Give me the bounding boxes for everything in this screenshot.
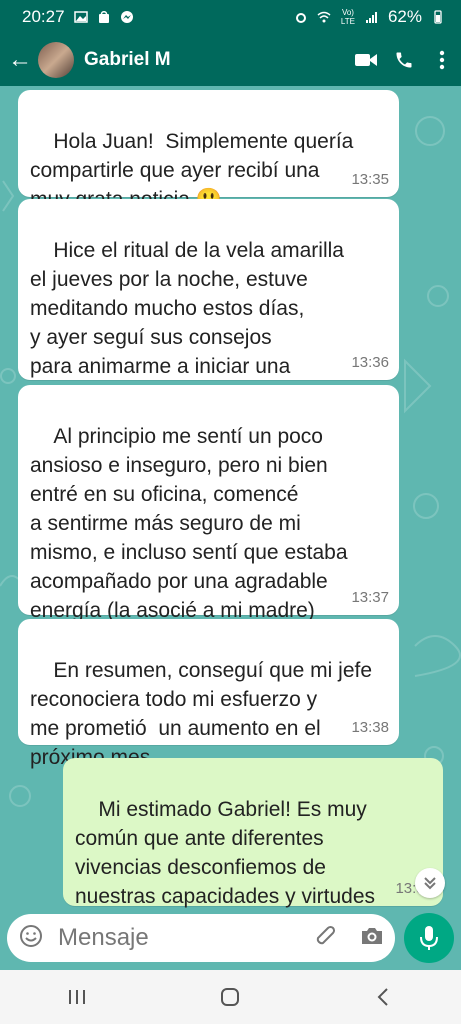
chat-header: ← Gabriel M — [0, 34, 461, 86]
outgoing-message[interactable]: Mi estimado Gabriel! Es muy común que an… — [63, 758, 443, 908]
incoming-message[interactable]: En resumen, conseguí que mi jefe reconoc… — [18, 619, 399, 769]
incoming-message[interactable]: Hice el ritual de la vela amarilla el ju… — [18, 199, 399, 407]
recent-apps-icon[interactable] — [57, 977, 97, 1017]
more-vert-icon[interactable] — [423, 41, 461, 79]
message-composer[interactable]: Mensaje — [7, 914, 395, 962]
scroll-down-button[interactable] — [415, 868, 445, 898]
contact-name[interactable]: Gabriel M — [84, 49, 347, 71]
gallery-icon — [73, 11, 88, 23]
back-icon[interactable] — [364, 977, 404, 1017]
status-bar: 20:27 Vo) LTE 62% — [0, 0, 461, 34]
battery-icon — [434, 10, 442, 24]
wifi-icon — [317, 11, 331, 23]
mic-icon — [420, 926, 438, 950]
battery-percentage: 62% — [387, 7, 422, 26]
alarm-icon — [295, 13, 306, 23]
chat-area[interactable]: Hola Juan! Simplemente quería compartirl… — [0, 86, 461, 910]
message-time: 13:36 — [351, 354, 389, 371]
emoji-icon[interactable] — [18, 923, 44, 954]
navigation-bar — [0, 970, 461, 1024]
attach-icon[interactable] — [313, 924, 337, 953]
home-icon[interactable] — [210, 977, 250, 1017]
messenger-icon — [120, 11, 133, 23]
avatar[interactable] — [38, 42, 74, 78]
message-input[interactable]: Mensaje — [58, 924, 313, 952]
video-call-icon[interactable] — [347, 41, 385, 79]
camera-icon[interactable] — [359, 924, 385, 953]
message-time: 13:35 — [351, 171, 389, 188]
status-time: 20:27 — [22, 7, 65, 26]
message-text: Hice el ritual de la vela amarilla el ju… — [30, 239, 344, 407]
back-arrow-icon[interactable]: ← — [2, 46, 38, 74]
network-label: Vo) LTE — [340, 8, 355, 26]
message-time: 13:38 — [351, 719, 389, 736]
signal-icon — [365, 12, 377, 23]
double-chevron-down-icon — [424, 877, 436, 890]
message-time: 13:37 — [351, 589, 389, 606]
incoming-message[interactable]: Al principio me sentí un poco ansioso e … — [18, 385, 399, 622]
mic-button[interactable] — [404, 913, 454, 963]
phone-icon[interactable] — [385, 41, 423, 79]
message-text: Mi estimado Gabriel! Es muy común que an… — [75, 798, 375, 908]
message-text: Al principio me sentí un poco ansioso e … — [30, 425, 348, 622]
message-text: En resumen, conseguí que mi jefe reconoc… — [30, 659, 373, 769]
incoming-message[interactable]: Hola Juan! Simplemente quería compartirl… — [18, 90, 399, 211]
bag-icon — [98, 11, 109, 23]
